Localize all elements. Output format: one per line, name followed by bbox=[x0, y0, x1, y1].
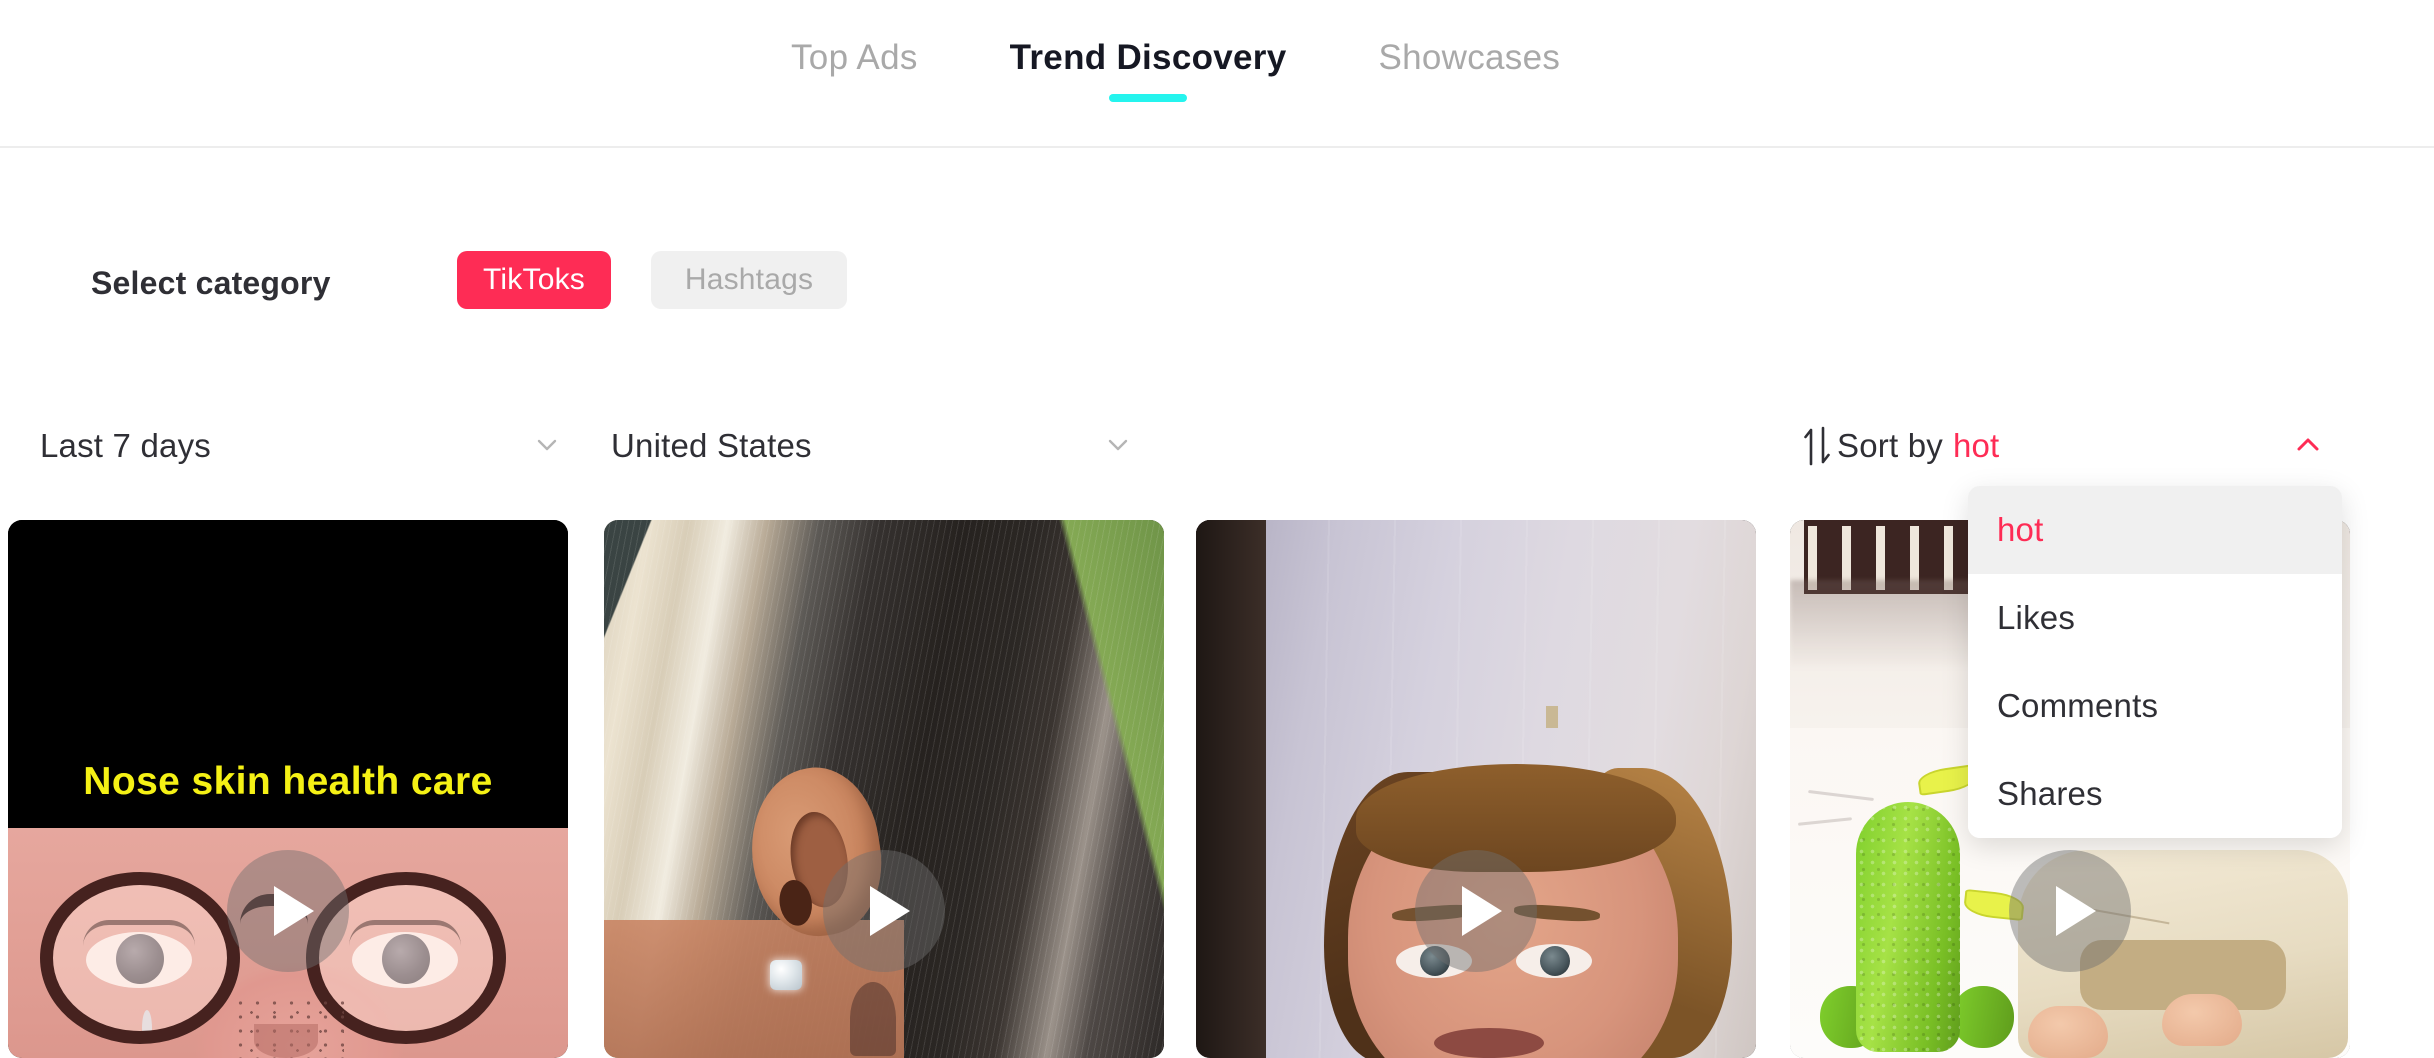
chevron-down-icon bbox=[1105, 432, 1131, 463]
play-button[interactable] bbox=[823, 850, 945, 972]
play-icon bbox=[870, 886, 910, 936]
video-card[interactable] bbox=[604, 520, 1164, 1058]
hair-fringe bbox=[1356, 764, 1676, 872]
sheet-pattern-line bbox=[1797, 817, 1853, 826]
category-chip-hashtags[interactable]: Hashtags bbox=[651, 251, 847, 309]
play-button[interactable] bbox=[1415, 850, 1537, 972]
eyeglass-lens bbox=[40, 872, 240, 1044]
region-dropdown[interactable]: United States bbox=[611, 410, 1131, 482]
eye bbox=[1516, 944, 1592, 978]
category-selector-row: Select category TikToks Hashtags bbox=[0, 148, 2434, 328]
sort-dropdown-menu: hot Likes Comments Shares bbox=[1968, 486, 2342, 838]
date-range-value: Last 7 days bbox=[40, 427, 211, 464]
sort-option-hot-label: hot bbox=[1997, 511, 2044, 548]
tab-showcases[interactable]: Showcases bbox=[1332, 36, 1606, 80]
region-value: United States bbox=[611, 427, 812, 464]
active-tab-underline bbox=[1109, 94, 1188, 102]
tab-top-ads[interactable]: Top Ads bbox=[745, 36, 964, 80]
top-navigation-bar: Top Ads Trend Discovery Showcases bbox=[0, 0, 2434, 148]
floor-reflection bbox=[1790, 580, 1990, 670]
sort-by-value: hot bbox=[1952, 427, 2000, 464]
video-thumbnail bbox=[1196, 520, 1756, 1058]
tab-list: Top Ads Trend Discovery Showcases bbox=[745, 36, 1606, 102]
play-button[interactable] bbox=[2009, 850, 2131, 972]
baby-foot bbox=[2162, 994, 2242, 1046]
play-icon bbox=[2056, 886, 2096, 936]
video-card[interactable]: Nose skin health care 00:00.00 bbox=[8, 520, 568, 1058]
earring-stud bbox=[770, 960, 802, 990]
video-thumbnail bbox=[604, 520, 1164, 1058]
nose bbox=[254, 1024, 318, 1058]
tab-trend-discovery-label: Trend Discovery bbox=[1009, 38, 1287, 77]
video-card[interactable] bbox=[1196, 520, 1756, 1058]
sort-option-shares[interactable]: Shares bbox=[1968, 750, 2342, 838]
video-thumbnail: Nose skin health care 00:00.00 bbox=[8, 520, 568, 1058]
sort-by-dropdown-trigger[interactable]: Sort by hot bbox=[1803, 410, 2323, 482]
video-caption-text: Nose skin health care bbox=[83, 760, 493, 803]
sort-arrows-icon bbox=[1803, 426, 1835, 466]
tab-top-ads-label: Top Ads bbox=[791, 38, 918, 77]
select-category-label: Select category bbox=[91, 265, 331, 301]
sort-option-likes[interactable]: Likes bbox=[1968, 574, 2342, 662]
tab-showcases-label: Showcases bbox=[1378, 38, 1561, 77]
door-latch bbox=[1546, 706, 1558, 728]
sheet-pattern-line bbox=[1808, 789, 1874, 802]
doorframe bbox=[1196, 520, 1266, 1058]
chevron-up-icon bbox=[2293, 430, 2323, 465]
category-chip-tiktoks[interactable]: TikToks bbox=[457, 251, 611, 309]
category-chip-hashtags-label: Hashtags bbox=[684, 263, 814, 296]
play-icon bbox=[1462, 886, 1502, 936]
chevron-down-icon bbox=[534, 432, 560, 463]
mouth bbox=[1434, 1028, 1544, 1058]
date-range-dropdown[interactable]: Last 7 days bbox=[40, 410, 560, 482]
rose-tattoo bbox=[850, 982, 896, 1056]
cactus-texture bbox=[1856, 802, 1960, 1052]
sort-option-comments[interactable]: Comments bbox=[1968, 662, 2342, 750]
iris bbox=[1540, 946, 1570, 976]
cactus-arm bbox=[1952, 986, 2014, 1048]
sort-option-comments-label: Comments bbox=[1997, 687, 2159, 724]
sort-by-label-group: Sort by hot bbox=[1837, 427, 1999, 465]
baby-foot bbox=[2028, 1006, 2108, 1058]
play-icon bbox=[274, 886, 314, 936]
sort-by-prefix: Sort by bbox=[1837, 427, 1943, 464]
category-chip-tiktoks-label: TikToks bbox=[483, 263, 585, 296]
play-button[interactable] bbox=[227, 850, 349, 972]
sort-option-hot[interactable]: hot bbox=[1968, 486, 2342, 574]
sort-option-shares-label: Shares bbox=[1997, 775, 2103, 812]
hair-photo bbox=[604, 520, 1164, 1058]
sort-option-likes-label: Likes bbox=[1997, 599, 2076, 636]
selfie-photo bbox=[1196, 520, 1756, 1058]
tab-trend-discovery[interactable]: Trend Discovery bbox=[964, 36, 1333, 102]
